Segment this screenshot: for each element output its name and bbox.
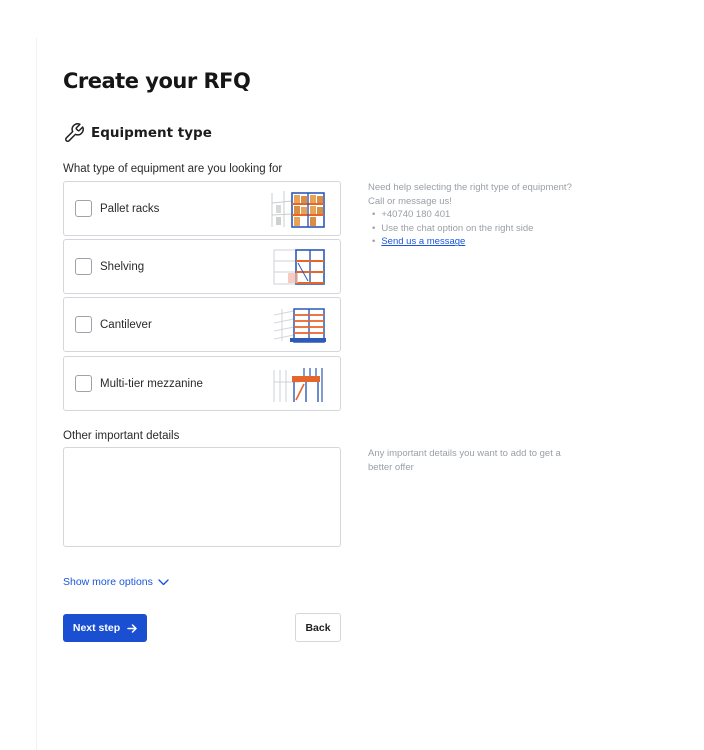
cantilever-image — [273, 308, 326, 343]
help-message-item: Send us a message — [372, 235, 578, 249]
next-step-button[interactable]: Next step — [63, 614, 147, 642]
arrow-right-icon — [127, 623, 137, 633]
equipment-question-label: What type of equipment are you looking f… — [63, 163, 283, 175]
details-help: Any important details you want to add to… — [368, 448, 561, 473]
next-step-label: Next step — [72, 622, 121, 634]
shelving-checkbox[interactable] — [75, 258, 92, 275]
option-pallet-racks[interactable]: Pallet racks — [63, 181, 341, 236]
multi-tier-mezzanine-checkbox[interactable] — [75, 375, 92, 392]
pallet-racks-checkbox[interactable] — [75, 200, 92, 217]
option-multi-tier-mezzanine[interactable]: Multi-tier mezzanine — [63, 356, 341, 411]
mezzanine-image — [273, 368, 323, 402]
show-more-options-button[interactable]: Show more options — [63, 576, 169, 588]
section-header: Equipment type — [63, 122, 212, 144]
option-label: Cantilever — [100, 318, 152, 331]
help-chat: Use the chat option on the right side — [372, 222, 578, 236]
send-message-link[interactable]: Send us a message — [381, 236, 465, 247]
details-label: Other important details — [63, 430, 180, 442]
option-label: Shelving — [100, 260, 145, 273]
help-intro: Need help selecting the right type of eq… — [368, 182, 572, 207]
help-list: +40740 180 401 Use the chat option on th… — [368, 208, 578, 249]
option-shelving[interactable]: Shelving — [63, 239, 341, 294]
details-textarea[interactable] — [63, 447, 341, 547]
pallet-racks-image — [271, 191, 325, 228]
cantilever-checkbox[interactable] — [75, 316, 92, 333]
show-more-options-label: Show more options — [63, 576, 153, 588]
option-cantilever[interactable]: Cantilever — [63, 297, 341, 352]
section-title: Equipment type — [91, 125, 212, 141]
chevron-down-icon — [158, 578, 169, 585]
shelving-image — [273, 249, 325, 285]
page-title: Create your RFQ — [63, 69, 251, 93]
back-button[interactable]: Back — [295, 613, 341, 642]
equipment-help: Need help selecting the right type of eq… — [368, 181, 578, 249]
wrench-icon — [65, 123, 84, 142]
option-label: Multi-tier mezzanine — [100, 377, 203, 390]
option-label: Pallet racks — [100, 202, 160, 215]
help-phone: +40740 180 401 — [372, 208, 578, 222]
